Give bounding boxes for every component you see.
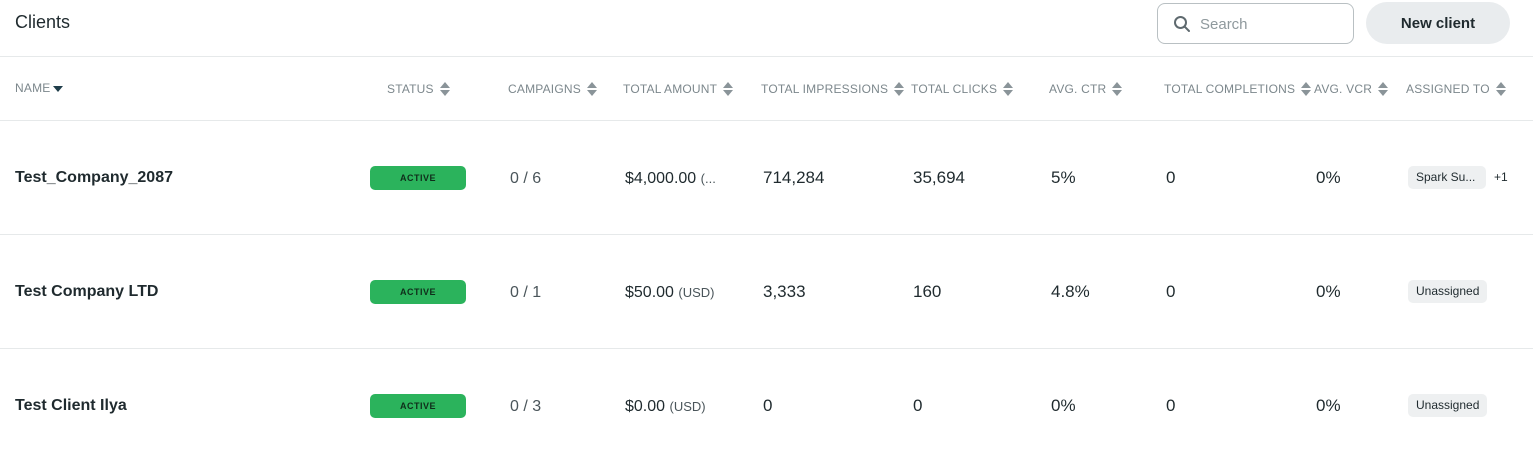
column-header-campaigns-label: CAMPAIGNS (508, 82, 581, 96)
status-badge: ACTIVE (370, 280, 466, 304)
amount-currency: (USD) (669, 399, 706, 414)
column-header-assigned-to-label: ASSIGNED TO (1406, 82, 1490, 96)
total-amount: $4,000.00 (... (625, 170, 716, 188)
column-header-status-label: STATUS (387, 82, 434, 96)
assigned-to-chip[interactable]: Unassigned (1408, 394, 1488, 417)
total-amount: $0.00 (USD) (625, 398, 706, 416)
status-badge: ACTIVE (370, 394, 466, 418)
status-badge: ACTIVE (370, 166, 466, 190)
sort-icon (1301, 81, 1312, 97)
amount-currency: (USD) (678, 285, 715, 300)
column-header-total-completions-label: TOTAL COMPLETIONS (1164, 82, 1296, 96)
table-row[interactable]: Test_Company_2087 ACTIVE 0 / 6 $4,000.00… (0, 121, 1533, 235)
campaigns-count: 0 / 3 (510, 398, 542, 415)
sort-icon (894, 81, 905, 97)
column-header-total-amount[interactable]: TOTAL AMOUNT (623, 81, 734, 97)
search-icon (1174, 16, 1190, 32)
total-completions: 0 (1166, 282, 1176, 301)
column-header-total-impressions[interactable]: TOTAL IMPRESSIONS (761, 81, 905, 97)
total-completions: 0 (1166, 168, 1176, 187)
column-header-status[interactable]: STATUS (387, 81, 450, 97)
column-header-campaigns[interactable]: CAMPAIGNS (508, 81, 597, 97)
search-box[interactable] (1157, 3, 1354, 44)
sort-desc-icon (53, 86, 64, 92)
sort-icon (1495, 81, 1506, 97)
page-title: Clients (15, 12, 71, 32)
avg-ctr: 0% (1051, 396, 1076, 415)
column-header-total-impressions-label: TOTAL IMPRESSIONS (761, 82, 889, 96)
sort-icon (1378, 81, 1389, 97)
amount-value: $0.00 (625, 398, 666, 415)
avg-vcr: 0% (1316, 396, 1341, 415)
column-header-avg-ctr-label: AVG. CTR (1049, 82, 1107, 96)
total-clicks: 0 (913, 396, 923, 415)
new-client-button[interactable]: New client (1366, 2, 1510, 44)
table-header: NAME STATUS CAMPAIGNS TOTAL AMOUNT TOTAL… (0, 57, 1533, 121)
sort-icon (586, 81, 597, 97)
avg-vcr: 0% (1316, 168, 1341, 187)
total-completions: 0 (1166, 396, 1176, 415)
sort-icon (723, 81, 734, 97)
column-header-total-completions[interactable]: TOTAL COMPLETIONS (1164, 81, 1312, 97)
client-name[interactable]: Test Client Ilya (15, 397, 127, 415)
total-clicks: 35,694 (913, 168, 965, 187)
column-header-total-clicks[interactable]: TOTAL CLICKS (911, 81, 1014, 97)
sort-icon (1003, 81, 1014, 97)
amount-value: $4,000.00 (625, 170, 697, 187)
client-name[interactable]: Test_Company_2087 (15, 169, 173, 187)
avg-ctr: 4.8% (1051, 282, 1090, 301)
total-impressions: 714,284 (763, 168, 825, 187)
campaigns-count: 0 / 6 (510, 170, 542, 187)
total-impressions: 0 (763, 396, 773, 415)
amount-currency: (... (700, 171, 716, 186)
sort-icon (1112, 81, 1123, 97)
column-header-total-clicks-label: TOTAL CLICKS (911, 82, 998, 96)
column-header-name[interactable]: NAME (15, 81, 64, 95)
sort-icon (439, 81, 450, 97)
total-clicks: 160 (913, 282, 942, 301)
column-header-avg-vcr-label: AVG. VCR (1314, 82, 1373, 96)
column-header-assigned-to[interactable]: ASSIGNED TO (1406, 81, 1506, 97)
total-amount: $50.00 (USD) (625, 284, 715, 302)
avg-vcr: 0% (1316, 282, 1341, 301)
top-bar: Clients New client (0, 0, 1533, 57)
client-name[interactable]: Test Company LTD (15, 283, 158, 301)
column-header-avg-vcr[interactable]: AVG. VCR (1314, 81, 1389, 97)
assigned-to-chip[interactable]: Unassigned (1408, 280, 1488, 303)
campaigns-count: 0 / 1 (510, 284, 542, 301)
assigned-to-chip[interactable]: Spark Su... (1408, 166, 1486, 189)
amount-value: $50.00 (625, 284, 674, 301)
column-header-avg-ctr[interactable]: AVG. CTR (1049, 81, 1123, 97)
table-row[interactable]: Test Client Ilya ACTIVE 0 / 3 $0.00 (USD… (0, 349, 1533, 462)
search-input[interactable] (1200, 13, 1345, 35)
total-impressions: 3,333 (763, 282, 806, 301)
avg-ctr: 5% (1051, 168, 1076, 187)
assigned-more-count[interactable]: +1 (1494, 170, 1508, 184)
column-header-total-amount-label: TOTAL AMOUNT (623, 82, 718, 96)
column-header-name-label: NAME (15, 81, 51, 95)
table-row[interactable]: Test Company LTD ACTIVE 0 / 1 $50.00 (US… (0, 235, 1533, 349)
